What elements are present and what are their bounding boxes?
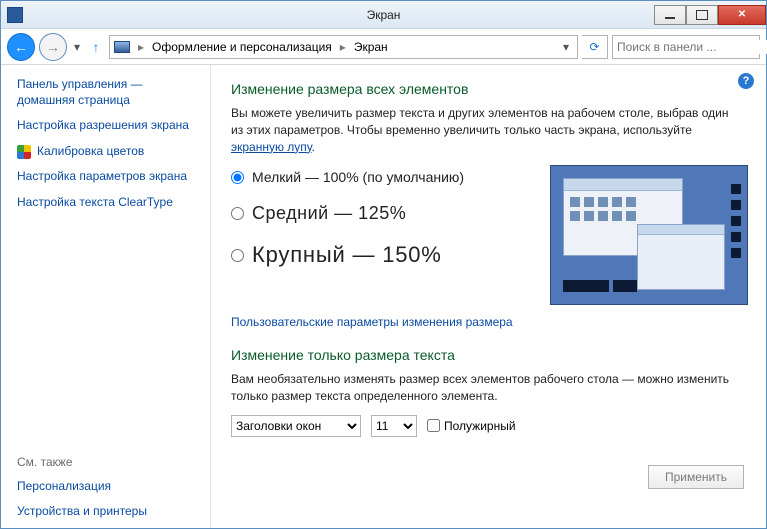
control-panel-icon <box>114 41 130 53</box>
search-box[interactable]: 🔍 <box>612 35 760 59</box>
text-controls-row: Заголовки окон 11 Полужирный <box>231 415 748 437</box>
refresh-button[interactable]: ⟳ <box>582 35 608 59</box>
up-button[interactable]: ↑ <box>87 39 105 55</box>
address-bar[interactable]: ▸ Оформление и персонализация ▸ Экран ▾ <box>109 35 578 59</box>
breadcrumb-sep-icon: ▸ <box>134 40 148 54</box>
back-button[interactable]: ← <box>7 33 35 61</box>
size-options-row: Мелкий — 100% (по умолчанию) Средний — 1… <box>231 165 748 305</box>
breadcrumb-item[interactable]: Экран <box>354 40 388 54</box>
breadcrumb-sep-icon: ▸ <box>336 40 350 54</box>
sidebar-item-home[interactable]: Панель управления — домашняя страница <box>17 77 202 108</box>
bold-checkbox-label: Полужирный <box>444 419 516 433</box>
close-button[interactable] <box>718 5 766 25</box>
radio-small-input[interactable] <box>231 171 244 184</box>
section1-desc-post: . <box>312 140 315 154</box>
sidebar: Панель управления — домашняя страница На… <box>1 65 211 528</box>
radio-medium-label: Средний — 125% <box>252 203 406 224</box>
section-title-resize-all: Изменение размера всех элементов <box>231 81 748 97</box>
section1-description: Вы можете увеличить размер текста и друг… <box>231 105 741 155</box>
radio-large-label: Крупный — 150% <box>252 242 442 268</box>
section2-description: Вам необязательно изменять размер всех э… <box>231 371 741 405</box>
preview-image <box>550 165 748 305</box>
shield-icon <box>17 145 31 159</box>
custom-size-link[interactable]: Пользовательские параметры изменения раз… <box>231 315 513 329</box>
size-radio-group: Мелкий — 100% (по умолчанию) Средний — 1… <box>231 165 532 268</box>
radio-large[interactable]: Крупный — 150% <box>231 242 532 268</box>
footer: Применить <box>231 465 748 489</box>
maximize-button[interactable] <box>686 5 718 25</box>
seealso-heading: См. также <box>17 425 202 469</box>
magnifier-link[interactable]: экранную лупу <box>231 140 312 154</box>
element-select[interactable]: Заголовки окон <box>231 415 361 437</box>
section-title-text-only: Изменение только размера текста <box>231 347 748 363</box>
radio-medium[interactable]: Средний — 125% <box>231 203 532 224</box>
apply-button[interactable]: Применить <box>648 465 744 489</box>
address-dropdown-icon[interactable]: ▾ <box>559 40 573 54</box>
seealso-devices[interactable]: Устройства и принтеры <box>17 504 202 520</box>
window-root: Экран ← → ▾ ↑ ▸ Оформление и персонализа… <box>0 0 767 529</box>
section1-desc-text: Вы можете увеличить размер текста и друг… <box>231 106 729 137</box>
sidebar-item-display-settings[interactable]: Настройка параметров экрана <box>17 169 187 185</box>
history-dropdown-icon[interactable]: ▾ <box>71 40 83 54</box>
forward-button[interactable]: → <box>39 33 67 61</box>
bold-checkbox[interactable]: Полужирный <box>427 419 516 433</box>
bold-checkbox-input[interactable] <box>427 419 440 432</box>
app-icon <box>7 7 23 23</box>
window-title: Экран <box>367 8 401 22</box>
sidebar-item-calibrate[interactable]: Калибровка цветов <box>37 144 144 160</box>
radio-small[interactable]: Мелкий — 100% (по умолчанию) <box>231 169 532 185</box>
navbar: ← → ▾ ↑ ▸ Оформление и персонализация ▸ … <box>1 29 766 65</box>
sidebar-item-resolution[interactable]: Настройка разрешения экрана <box>17 118 189 134</box>
radio-medium-input[interactable] <box>231 207 244 220</box>
body: Панель управления — домашняя страница На… <box>1 65 766 528</box>
window-buttons <box>654 5 766 25</box>
titlebar[interactable]: Экран <box>1 1 766 29</box>
font-size-select[interactable]: 11 <box>371 415 417 437</box>
breadcrumb-item[interactable]: Оформление и персонализация <box>152 40 332 54</box>
radio-large-input[interactable] <box>231 249 244 262</box>
search-input[interactable] <box>617 40 767 54</box>
help-icon[interactable]: ? <box>738 73 754 89</box>
minimize-button[interactable] <box>654 5 686 25</box>
content: ? Изменение размера всех элементов Вы мо… <box>211 65 766 528</box>
seealso-personalization[interactable]: Персонализация <box>17 479 202 495</box>
radio-small-label: Мелкий — 100% (по умолчанию) <box>252 169 464 185</box>
sidebar-item-cleartype[interactable]: Настройка текста ClearType <box>17 195 173 211</box>
